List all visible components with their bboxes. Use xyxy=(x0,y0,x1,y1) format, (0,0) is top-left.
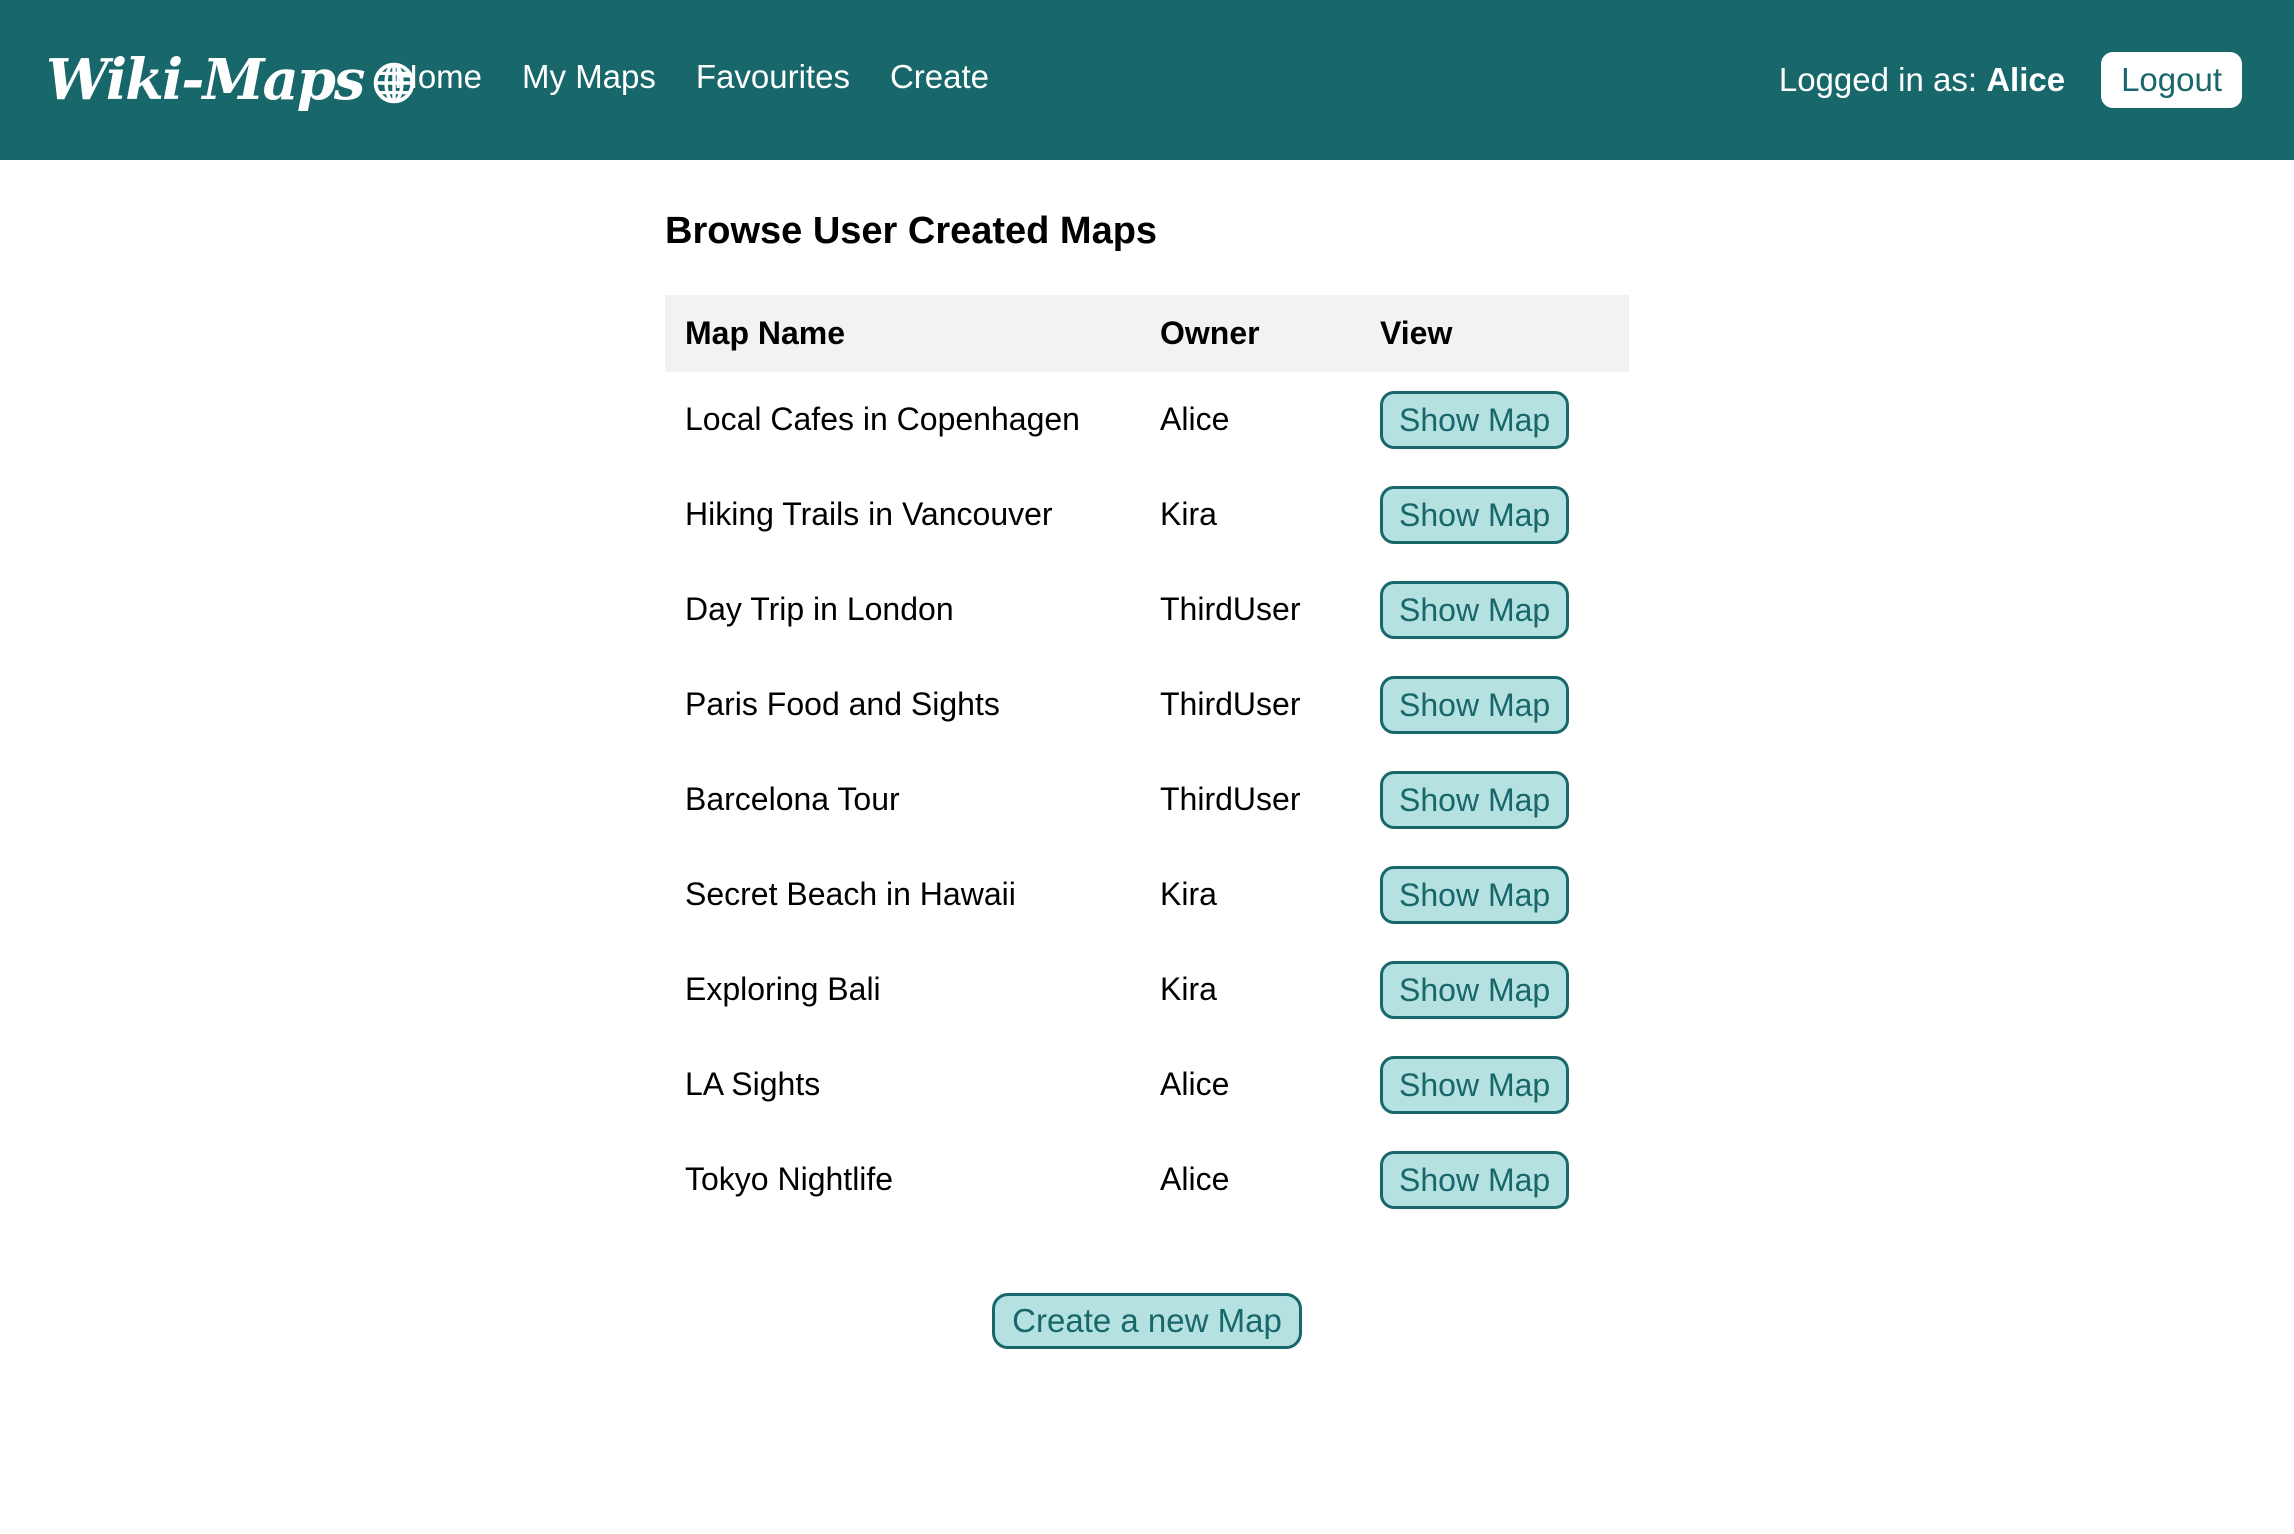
maps-table: Map Name Owner View Local Cafes in Copen… xyxy=(665,295,1629,1227)
view-cell: Show Map xyxy=(1360,752,1629,847)
user-area: Logged in as: Alice Logout xyxy=(1779,52,2242,108)
navbar: Wiki-Maps Home My Maps Favourites Create… xyxy=(0,0,2294,160)
view-cell: Show Map xyxy=(1360,1037,1629,1132)
map-name-cell: Secret Beach in Hawaii xyxy=(685,876,1016,912)
map-name-cell: LA Sights xyxy=(685,1066,821,1102)
table-row: Tokyo Nightlife Alice Show Map xyxy=(665,1132,1629,1227)
table-header: Map Name Owner View xyxy=(665,295,1629,372)
map-name-cell: Day Trip in London xyxy=(685,591,954,627)
brand-logo[interactable]: Wiki-Maps xyxy=(46,40,415,120)
table-row: Day Trip in London ThirdUser Show Map xyxy=(665,562,1629,657)
show-map-button[interactable]: Show Map xyxy=(1380,960,1570,1019)
map-name-cell: Tokyo Nightlife xyxy=(685,1161,894,1197)
show-map-button[interactable]: Show Map xyxy=(1380,580,1570,639)
view-cell: Show Map xyxy=(1360,942,1629,1037)
owner-cell: ThirdUser xyxy=(1160,686,1301,722)
nav-my-maps-link[interactable]: My Maps xyxy=(522,58,656,96)
map-name-cell: Paris Food and Sights xyxy=(685,686,1000,722)
page-title: Browse User Created Maps xyxy=(665,210,1158,252)
table-row: Hiking Trails in Vancouver Kira Show Map xyxy=(665,467,1629,562)
owner-cell: Alice xyxy=(1160,1066,1230,1102)
map-name-cell: Exploring Bali xyxy=(685,971,881,1007)
show-map-button[interactable]: Show Map xyxy=(1380,865,1570,924)
owner-cell: Kira xyxy=(1160,876,1217,912)
owner-cell: Kira xyxy=(1160,971,1217,1007)
owner-cell: Kira xyxy=(1160,496,1217,532)
map-name-cell: Local Cafes in Copenhagen xyxy=(685,401,1080,437)
table-row: Barcelona Tour ThirdUser Show Map xyxy=(665,752,1629,847)
map-name-cell: Barcelona Tour xyxy=(685,781,900,817)
brand-name[interactable]: Wiki-Maps xyxy=(46,47,365,113)
table-row: Paris Food and Sights ThirdUser Show Map xyxy=(665,657,1629,752)
nav-create-link[interactable]: Create xyxy=(890,58,989,96)
show-map-button[interactable]: Show Map xyxy=(1380,1055,1570,1114)
table-header-row: Map Name Owner View xyxy=(665,295,1629,372)
view-cell: Show Map xyxy=(1360,657,1629,752)
show-map-button[interactable]: Show Map xyxy=(1380,485,1570,544)
nav-home-link[interactable]: Home xyxy=(394,58,482,96)
main-content: Browse User Created Maps Map Name Owner … xyxy=(665,205,1629,1349)
create-new-map-button[interactable]: Create a new Map xyxy=(992,1293,1302,1349)
show-map-button[interactable]: Show Map xyxy=(1380,675,1570,734)
table-row: LA Sights Alice Show Map xyxy=(665,1037,1629,1132)
nav-favourites-link[interactable]: Favourites xyxy=(696,58,850,96)
show-map-button[interactable]: Show Map xyxy=(1380,1150,1570,1209)
show-map-button[interactable]: Show Map xyxy=(1380,390,1570,449)
table-row: Local Cafes in Copenhagen Alice Show Map xyxy=(665,372,1629,467)
show-map-button[interactable]: Show Map xyxy=(1380,770,1570,829)
column-header-owner: Owner xyxy=(1160,315,1260,351)
logged-in-status: Logged in as: Alice xyxy=(1779,61,2065,99)
view-cell: Show Map xyxy=(1360,467,1629,562)
owner-cell: Alice xyxy=(1160,401,1230,437)
table-body: Local Cafes in Copenhagen Alice Show Map… xyxy=(665,372,1629,1227)
view-cell: Show Map xyxy=(1360,372,1629,467)
column-header-map-name: Map Name xyxy=(685,315,846,351)
column-header-view: View xyxy=(1380,315,1453,351)
view-cell: Show Map xyxy=(1360,847,1629,942)
main-nav: Home My Maps Favourites Create xyxy=(394,58,989,96)
view-cell: Show Map xyxy=(1360,1132,1629,1227)
owner-cell: ThirdUser xyxy=(1160,781,1301,817)
owner-cell: ThirdUser xyxy=(1160,591,1301,627)
username: Alice xyxy=(1986,61,2066,98)
table-row: Exploring Bali Kira Show Map xyxy=(665,942,1629,1037)
view-cell: Show Map xyxy=(1360,562,1629,657)
logout-button[interactable]: Logout xyxy=(2101,52,2242,108)
map-name-cell: Hiking Trails in Vancouver xyxy=(685,496,1053,532)
create-map-container: Create a new Map xyxy=(665,1293,1629,1349)
owner-cell: Alice xyxy=(1160,1161,1230,1197)
logged-in-label: Logged in as: xyxy=(1778,61,1978,98)
table-row: Secret Beach in Hawaii Kira Show Map xyxy=(665,847,1629,942)
